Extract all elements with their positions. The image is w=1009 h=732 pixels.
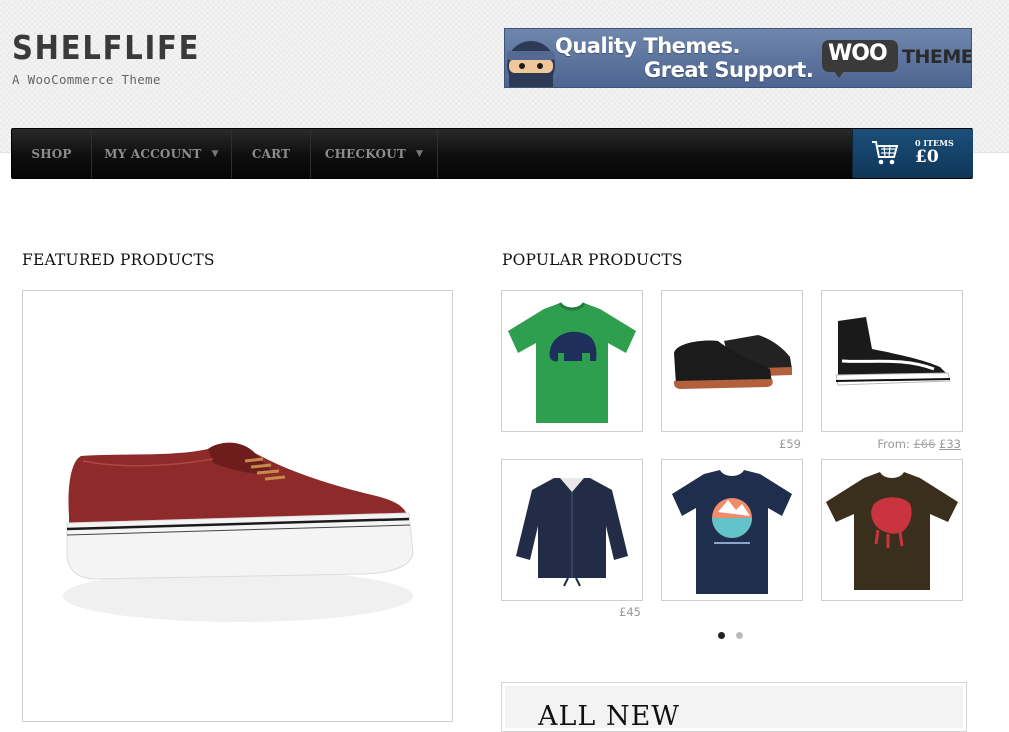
header-cart-button[interactable]: 0 ITEMS £0	[852, 129, 973, 178]
australia-tshirt-image	[672, 470, 792, 594]
nav-item-checkout[interactable]: CHECKOUT ▼	[311, 129, 438, 178]
popular-product-navy-jacket[interactable]	[501, 459, 643, 601]
site-logo[interactable]: SHELFLIFE	[12, 28, 200, 67]
navy-jacket-image	[516, 478, 628, 587]
nav-item-my-account[interactable]: MY ACCOUNT ▼	[92, 129, 232, 178]
product-price-sale: From: £66 £33	[821, 437, 961, 451]
hightop-sneakers-image	[835, 317, 951, 386]
carousel-dot-1[interactable]	[718, 632, 725, 639]
nav-item-label: CHECKOUT	[324, 146, 407, 161]
caret-down-icon: ▼	[416, 148, 424, 159]
popular-product-hightop-sneakers[interactable]	[821, 290, 963, 432]
main-navigation: SHOP MY ACCOUNT ▼ CART CHECKOUT ▼ 0 ITEM…	[11, 128, 973, 179]
popular-product-green-tshirt[interactable]	[501, 290, 643, 432]
nav-item-cart[interactable]: CART	[232, 129, 311, 178]
price-new: £33	[939, 437, 961, 451]
woothemes-banner-ad[interactable]: Quality Themes. Great Support. WOO THEME…	[504, 28, 972, 88]
price-prefix: From:	[877, 437, 914, 451]
green-tshirt-image	[508, 302, 636, 423]
popular-product-brown-tshirt[interactable]	[821, 459, 963, 601]
cart-icon	[872, 141, 899, 165]
nav-item-label: SHOP	[31, 146, 72, 161]
promo-box[interactable]: ALL NEW	[501, 682, 967, 732]
banner-subheadline: Great Support.	[644, 58, 814, 82]
nav-item-shop[interactable]: SHOP	[12, 129, 92, 178]
site-tagline: A WooCommerce Theme	[12, 72, 161, 87]
popular-product-australia-tshirt[interactable]	[661, 459, 803, 601]
red-sneaker-image	[63, 442, 414, 622]
themes-logo-text: THEMES	[902, 46, 972, 68]
price-old: £66	[913, 437, 936, 451]
popular-products-heading: POPULAR PRODUCTS	[502, 251, 683, 269]
caret-down-icon: ▼	[211, 148, 219, 159]
carousel-dot-2[interactable]	[736, 632, 743, 639]
banner-headline: Quality Themes.	[555, 34, 741, 58]
brown-tshirt-image	[826, 472, 958, 590]
promo-heading: ALL NEW	[538, 701, 681, 732]
cart-total: £0	[915, 147, 939, 167]
featured-products-heading: FEATURED PRODUCTS	[22, 251, 215, 269]
featured-product-card[interactable]	[22, 290, 453, 722]
ninja-mascot-icon	[507, 41, 555, 87]
black-boots-image	[674, 335, 792, 389]
nav-item-label: MY ACCOUNT	[104, 146, 202, 161]
nav-item-label: CART	[251, 146, 291, 161]
woothemes-logo: WOO THEMES	[822, 38, 971, 78]
popular-product-black-boots[interactable]	[661, 290, 803, 432]
product-price: £45	[619, 605, 641, 619]
woo-logo-text: WOO	[828, 41, 888, 66]
product-price: £59	[779, 437, 801, 451]
